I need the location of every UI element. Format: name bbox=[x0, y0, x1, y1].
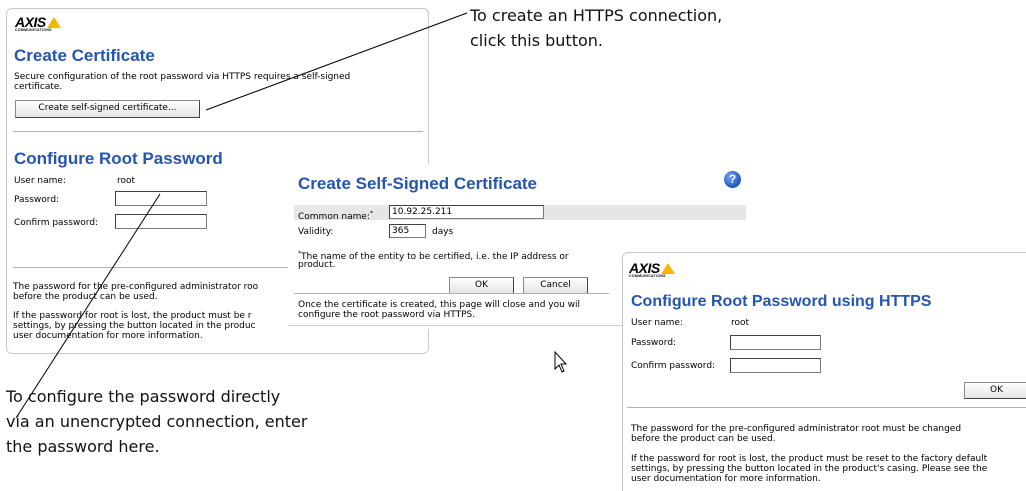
https-callout-line-1: To create an HTTPS connection, bbox=[470, 6, 723, 25]
mouse-cursor-icon bbox=[554, 350, 568, 373]
https-callout-line bbox=[205, 12, 468, 111]
https-callout-line-2: click this button. bbox=[470, 31, 603, 50]
password-callout-line-1: To configure the password directly bbox=[6, 387, 281, 406]
password-callout-line-3: the password here. bbox=[6, 437, 160, 456]
password-callout-line-2: via an unencrypted connection, enter bbox=[6, 412, 308, 431]
